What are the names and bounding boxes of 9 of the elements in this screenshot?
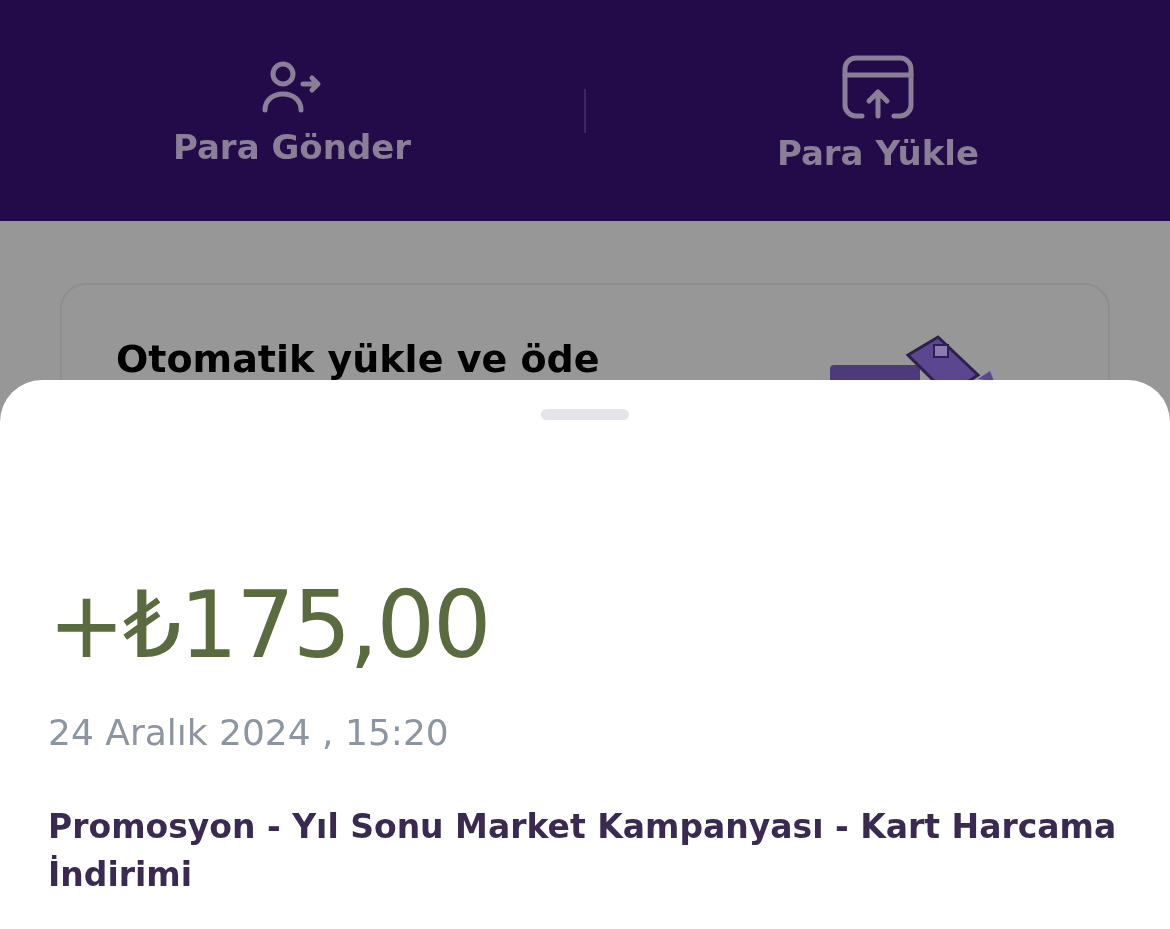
date-time: 24 Aralık 2024 , 15:20 xyxy=(48,712,450,753)
action-button[interactable]: Para Gönder xyxy=(0,0,584,224)
card-upload-icon xyxy=(842,54,914,119)
amount: +₺175,00 xyxy=(48,580,491,672)
description: Promosyon - Yıl Sonu Market Kampanyası - Kart Harcama İndirimi xyxy=(48,806,1118,896)
drag-handle[interactable] xyxy=(541,409,629,420)
action-button[interactable]: Para Yükle xyxy=(586,0,1170,224)
person-arrow-icon xyxy=(262,60,322,113)
promo-title: Otomatik yükle ve öde xyxy=(116,337,600,381)
